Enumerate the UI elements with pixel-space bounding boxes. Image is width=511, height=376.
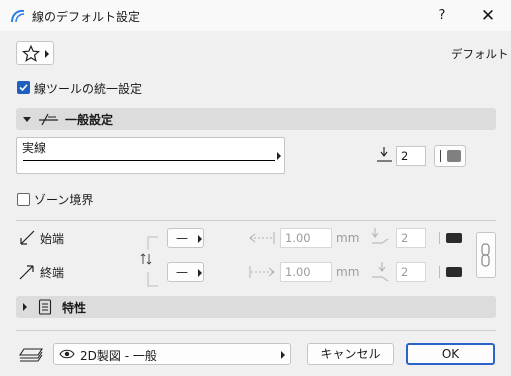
layer-name: 2D製図 - 一般 (80, 349, 157, 363)
layers-icon (18, 348, 44, 362)
start-label: 始端 (40, 232, 65, 246)
end-size-icon (249, 266, 275, 278)
line-tool-icon (39, 113, 58, 126)
chevron-right-icon (45, 50, 49, 58)
end-size-field[interactable]: 1.00 (280, 262, 332, 282)
end-pen-icon (372, 262, 389, 282)
star-icon (22, 45, 40, 62)
document-icon (38, 299, 52, 315)
help-button[interactable]: ? (430, 5, 454, 27)
zone-boundary-label: ゾーン境界 (34, 193, 94, 207)
pen-number-field[interactable]: 2 (396, 146, 426, 166)
link-ends-button[interactable] (476, 232, 496, 278)
swap-ends-icon[interactable] (137, 236, 163, 288)
layer-dropdown[interactable]: 2D製図 - 一般 (53, 343, 291, 365)
window-title: 線のデフォルト設定 (32, 10, 141, 24)
end-label: 終端 (40, 266, 65, 280)
unify-setting-label: 線ツールの統一設定 (34, 82, 143, 96)
pen-color-swatch (447, 150, 461, 162)
default-label: デフォルト (451, 47, 509, 61)
general-section-label: 一般設定 (65, 113, 114, 127)
start-marker-value: — (176, 231, 188, 245)
favorites-button[interactable] (16, 41, 54, 65)
ok-button[interactable]: OK (406, 343, 495, 365)
chevron-right-icon (198, 269, 202, 277)
start-marker-dropdown[interactable]: — (167, 228, 204, 248)
general-section-header[interactable]: 一般設定 (16, 108, 496, 130)
end-pen-color-button[interactable] (436, 263, 466, 281)
line-start-icon (20, 230, 35, 245)
close-button[interactable]: ✕ (476, 5, 500, 27)
end-pen-swatch (446, 267, 462, 277)
divider (16, 330, 496, 331)
divider (16, 220, 496, 221)
chevron-right-icon (277, 152, 281, 160)
line-type-selector[interactable]: 実線 (16, 137, 285, 174)
archicad-line-icon (11, 9, 25, 23)
start-size-unit: mm (336, 231, 360, 245)
end-size-unit: mm (336, 265, 360, 279)
chevron-right-icon (198, 235, 202, 243)
line-end-icon (19, 265, 34, 280)
start-pen-field[interactable]: 2 (396, 228, 426, 248)
line-type-preview (23, 160, 275, 161)
end-marker-dropdown[interactable]: — (167, 262, 204, 282)
eye-icon (59, 349, 75, 359)
end-marker-value: — (176, 265, 188, 279)
start-pen-color-button[interactable] (436, 229, 466, 247)
pen-color-button[interactable] (434, 145, 466, 167)
chevron-right-icon (23, 303, 27, 311)
chevron-down-icon (23, 117, 31, 122)
chevron-right-icon (281, 351, 285, 359)
start-pen-icon (371, 228, 389, 244)
unify-setting-checkbox[interactable] (17, 81, 30, 94)
chain-icon (481, 243, 490, 267)
start-size-icon (249, 232, 275, 244)
zone-boundary-checkbox[interactable] (17, 193, 30, 206)
start-size-field[interactable]: 1.00 (280, 228, 332, 248)
pen-icon (377, 147, 392, 162)
checkmark-icon (19, 84, 28, 92)
line-type-name: 実線 (22, 141, 47, 155)
cancel-button[interactable]: キャンセル (307, 343, 394, 365)
start-pen-swatch (446, 233, 462, 243)
properties-section-label: 特性 (62, 301, 87, 315)
end-pen-field[interactable]: 2 (396, 262, 426, 282)
properties-section-header[interactable]: 特性 (16, 296, 496, 318)
